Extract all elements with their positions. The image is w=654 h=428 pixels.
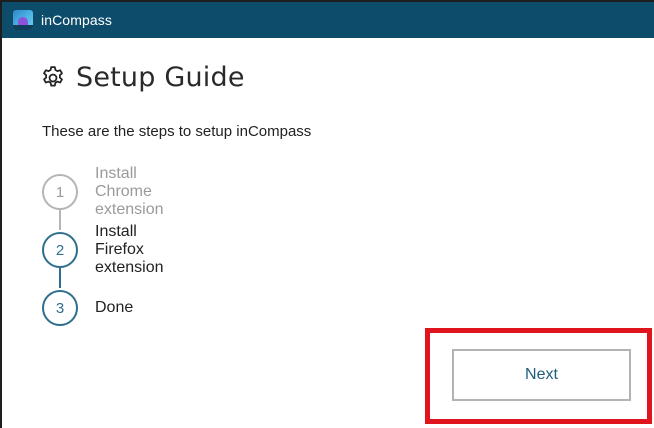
step-3: 3 Done: [42, 290, 133, 326]
incompass-app-icon: [13, 10, 33, 30]
step-number-circle: 1: [42, 174, 78, 210]
step-label: Install Firefox extension: [95, 223, 164, 276]
step-connector: [59, 210, 61, 230]
app-window: inCompass Setup Guide These are the step…: [0, 0, 654, 428]
window-title: inCompass: [41, 12, 112, 28]
step-number-circle: 3: [42, 290, 78, 326]
step-2: 2 Install Firefox extension: [42, 223, 164, 276]
step-1: 1 Install Chrome extension: [42, 165, 164, 218]
page-title: Setup Guide: [76, 62, 245, 93]
intro-text: These are the steps to setup inCompass: [42, 123, 312, 140]
page-header: Setup Guide: [40, 62, 245, 93]
step-connector: [59, 268, 61, 288]
step-number-circle: 2: [42, 232, 78, 268]
title-bar[interactable]: inCompass: [2, 2, 654, 38]
step-label: Install Chrome extension: [95, 165, 164, 218]
next-button[interactable]: Next: [452, 349, 631, 401]
gear-icon: [43, 65, 63, 86]
step-label: Done: [95, 299, 134, 316]
